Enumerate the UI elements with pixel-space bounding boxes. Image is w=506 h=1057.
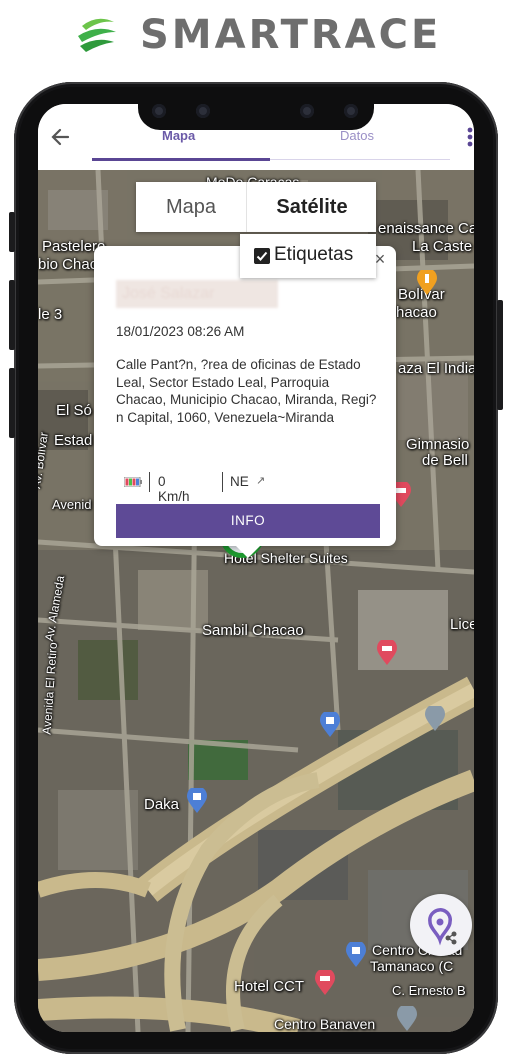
map-label: Estad [54, 432, 93, 449]
hotel-cct-pin-icon[interactable] [314, 970, 336, 996]
camera-dot [344, 104, 358, 118]
info-datetime: 18/01/2023 08:26 AM [116, 324, 245, 339]
labels-toggle-label: Etiquetas [274, 244, 354, 265]
brand-header: SMARTRACE [0, 0, 506, 72]
battery-icon [124, 477, 142, 487]
map-label: Avenid [52, 497, 92, 512]
map-label: Sambil Chacao [202, 622, 304, 639]
tab-datos[interactable]: Datos [340, 128, 374, 143]
map-label: de Bell [422, 452, 468, 469]
tab-mapa[interactable]: Mapa [162, 128, 195, 143]
status-separator [149, 472, 150, 492]
info-address: Calle Pant?n, ?rea de oficinas de Estado… [116, 357, 377, 425]
map-label: Gimnasio [406, 436, 470, 453]
hotel-shelter-pin-icon[interactable] [376, 640, 398, 666]
centro-ciudad-pin-icon[interactable] [345, 942, 367, 968]
map-type-mapa[interactable]: Mapa [136, 182, 246, 232]
map-label: aza El India [398, 360, 474, 377]
map-label: le 3 [38, 306, 63, 323]
phone-screen: Mapa Datos enaissance Ca La Caste Pastel… [38, 104, 474, 1032]
map-label: El Só [56, 402, 92, 419]
share-location-button[interactable] [410, 894, 472, 956]
map-label: Hotel CCT [234, 978, 305, 995]
brand-name: SMARTRACE [140, 12, 442, 58]
map-label: enaissance Ca [378, 220, 474, 237]
tab-indicator [92, 158, 270, 161]
power-button [497, 300, 503, 410]
mall-pin-icon[interactable] [319, 712, 341, 738]
map-label: bio Chac [38, 256, 98, 273]
vehicle-info-window: × José Salazar 18/01/2023 08:26 AM Calle… [94, 246, 396, 558]
volume-down-button [9, 368, 15, 438]
map-label: Lice [450, 616, 474, 633]
map-label: Daka [144, 796, 180, 813]
daka-pin-icon[interactable] [186, 788, 208, 814]
more-vert-icon[interactable] [466, 126, 474, 148]
sensor-dot [196, 104, 210, 118]
restaurant-pin-icon[interactable] [416, 270, 438, 296]
map-type-control: Mapa Satélite [136, 182, 376, 232]
info-speed: 0 Km/h [158, 474, 190, 504]
smartrace-swirl-logo-icon [78, 18, 116, 52]
banaven-pin-icon[interactable] [396, 1006, 418, 1032]
school-pin-icon[interactable] [424, 706, 446, 732]
map-label: La Caste [412, 238, 473, 255]
info-button[interactable]: INFO [116, 504, 380, 538]
volume-up-button [9, 280, 15, 350]
mute-switch [9, 212, 15, 252]
direction-arrow-icon: ↗ [256, 475, 266, 487]
sensor-dot [300, 104, 314, 118]
phone-notch [138, 96, 374, 130]
driver-name: José Salazar [116, 280, 278, 308]
tab-track [270, 159, 450, 160]
checkbox-checked-icon[interactable] [254, 248, 270, 264]
map-label: hacao [396, 304, 437, 321]
info-direction: NE [230, 474, 249, 489]
camera-dot [152, 104, 166, 118]
share-location-icon [428, 908, 457, 946]
map-label: Centro Banaven [274, 1016, 376, 1032]
labels-toggle[interactable]: Etiquetas [240, 234, 376, 278]
map-label: Tamanaco (C [370, 958, 454, 974]
map-label: C. Ernesto B [392, 983, 466, 998]
back-arrow-icon[interactable] [48, 124, 74, 150]
map-type-satelite[interactable]: Satélite [246, 182, 377, 232]
status-separator [222, 472, 223, 492]
